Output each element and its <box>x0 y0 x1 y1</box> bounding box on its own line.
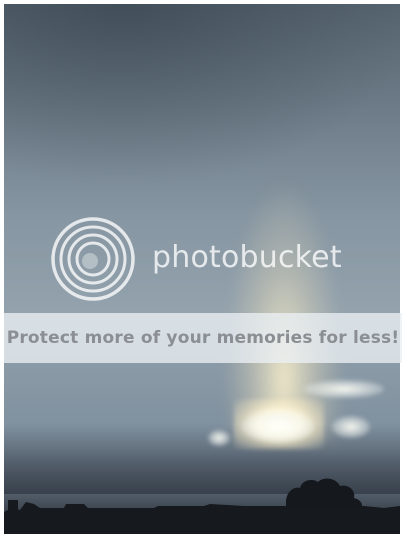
photo: photobucket <box>4 4 400 534</box>
chimney <box>8 500 18 510</box>
promo-text: Protect more of your memories for less! <box>6 328 400 348</box>
rooftops-silhouette <box>4 502 400 534</box>
watermark-brand: photobucket <box>152 240 342 275</box>
tree-silhouette <box>286 478 362 510</box>
cloud-bright <box>242 412 314 442</box>
cloud-bright <box>332 416 370 438</box>
skyline-silhouette <box>4 478 400 534</box>
cloud-bright <box>304 380 384 398</box>
photobucket-logo-icon <box>51 217 135 301</box>
promo-banner[interactable]: Protect more of your memories for less! <box>4 313 402 363</box>
